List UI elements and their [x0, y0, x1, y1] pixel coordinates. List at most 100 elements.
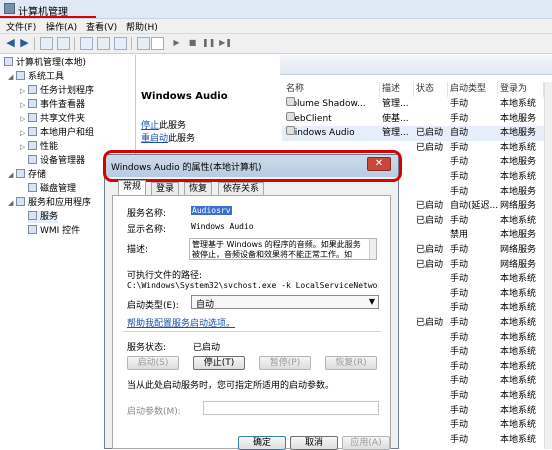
pause-service-icon[interactable]: ❚❚ [202, 37, 215, 50]
show-tree-icon[interactable] [57, 37, 70, 50]
startup-type-select[interactable]: 自动 ▼ [191, 295, 379, 310]
service-startup-cell: 手动 [450, 420, 469, 431]
tree-item-event-viewer[interactable]: ▷ 事件查看器 [20, 99, 85, 111]
service-logon-cell: 本地系统 [500, 303, 537, 314]
back-arrow-icon[interactable]: ◀ [4, 37, 17, 50]
cancel-button[interactable]: 取消 [290, 436, 338, 450]
collapse-arrow-icon[interactable]: ▷ [20, 127, 28, 139]
tab-logon[interactable]: 登录 [151, 182, 180, 196]
service-logon-cell: 本地系统 [500, 361, 537, 372]
service-startup-cell: 手动 [450, 332, 469, 343]
executable-path-label: 可执行文件的路径: [127, 271, 203, 281]
forward-arrow-icon[interactable]: ▶ [18, 37, 31, 50]
display-name-value: Windows Audio [191, 222, 254, 231]
tree-item-services-apps[interactable]: ◢ 服务和应用程序 [8, 197, 91, 209]
refresh-icon[interactable] [97, 37, 110, 50]
service-startup-cell: 手动 [450, 434, 469, 445]
stop-service-icon[interactable]: ■ [186, 37, 199, 50]
tree-item-root[interactable]: 计算机管理(本地) [4, 57, 86, 69]
tree-item-shared-folders[interactable]: ▷ 共享文件夹 [20, 113, 85, 125]
collapse-arrow-icon[interactable]: ▷ [20, 99, 28, 111]
vertical-scrollbar[interactable] [544, 82, 552, 449]
export-list-icon[interactable] [114, 37, 127, 50]
tree-item-services[interactable]: 服务 [28, 211, 59, 223]
title-underline-annotation [0, 16, 96, 18]
service-logon-cell: 本地系统 [500, 434, 537, 445]
table-row[interactable]: WebClient 使基... 手动 本地服务 [282, 111, 544, 127]
storage-icon [16, 169, 25, 178]
start-button[interactable]: 启动(S) [127, 356, 179, 370]
description-textarea[interactable]: 管理基于 Windows 的程序的音频。如果此服务被停止，音频设备和效果将不能正… [189, 238, 377, 260]
apply-button[interactable]: 应用(A) [342, 436, 390, 450]
column-header-name[interactable]: 名称 [286, 82, 380, 97]
tools-icon [16, 71, 25, 80]
service-desc-cell: 使基... [382, 113, 409, 124]
service-logon-cell: 本地服务 [500, 230, 537, 241]
tree-item-local-users[interactable]: ▷ 本地用户和组 [20, 127, 94, 139]
service-logon-cell: 本地服务 [500, 128, 537, 139]
help-configure-link[interactable]: 帮助我配置服务启动选项。 [127, 316, 235, 329]
start-params-input[interactable] [203, 401, 379, 415]
service-startup-cell: 自动 [450, 128, 469, 139]
up-folder-icon[interactable] [40, 37, 53, 50]
show-action-pane-icon[interactable] [151, 37, 164, 50]
resume-button[interactable]: 恢复(R) [325, 356, 377, 370]
service-startup-cell: 手动 [450, 259, 469, 270]
tab-recovery[interactable]: 恢复 [184, 182, 213, 196]
expand-arrow-icon[interactable]: ◢ [8, 71, 16, 83]
stop-service-link[interactable]: 停止 [141, 121, 159, 131]
menu-view[interactable]: 查看(V) [86, 20, 117, 33]
service-status-cell: 已启动 [416, 128, 444, 139]
service-startup-cell: 手动 [450, 172, 469, 182]
column-header-description[interactable]: 描述 [380, 82, 414, 97]
menu-help[interactable]: 帮助(H) [126, 20, 158, 33]
service-startup-cell: 自动(延迟... [450, 201, 499, 212]
collapse-arrow-icon[interactable]: ▷ [20, 113, 28, 125]
column-header-startup-type[interactable]: 启动类型 [448, 82, 498, 97]
column-header-logon-as[interactable]: 登录为 [498, 82, 544, 97]
tab-dependencies[interactable]: 依存关系 [218, 182, 265, 196]
table-row[interactable]: Volume Shadow... 管理... 手动 本地系统 [282, 97, 544, 112]
pause-button[interactable]: 暂停(P) [259, 356, 311, 370]
tree-item-performance[interactable]: ▷ 性能 [20, 141, 58, 153]
table-row[interactable]: Windows Audio 管理... 已启动 自动 本地服务 [282, 126, 544, 142]
tree-item-disk-management[interactable]: 磁盘管理 [28, 183, 76, 195]
service-logon-cell: 本地服务 [500, 186, 537, 197]
service-logon-cell: 本地服务 [500, 113, 537, 124]
collapse-arrow-icon[interactable]: ▷ [20, 141, 28, 153]
service-logon-cell: 本地系统 [500, 420, 537, 431]
expand-arrow-icon[interactable]: ◢ [8, 169, 16, 181]
properties-icon[interactable] [80, 37, 93, 50]
service-desc-cell: 管理... [382, 99, 409, 109]
service-status-cell: 已启动 [416, 245, 444, 255]
service-logon-cell: 本地系统 [500, 376, 537, 387]
tree-item-storage[interactable]: ◢ 存储 [8, 169, 46, 181]
expand-arrow-icon[interactable]: ◢ [8, 197, 16, 209]
start-service-icon[interactable]: ▶ [170, 37, 183, 50]
stop-service-line: 停止此服务 [141, 121, 187, 131]
tree-item-device-manager[interactable]: 设备管理器 [28, 155, 85, 167]
ok-button[interactable]: 确定 [238, 436, 286, 450]
tree-item-system-tools[interactable]: ◢ 系统工具 [8, 71, 64, 83]
service-logon-cell: 本地系统 [500, 288, 537, 299]
description-scrollbar[interactable] [369, 239, 376, 259]
menu-action[interactable]: 操作(A) [46, 20, 77, 33]
stop-button[interactable]: 停止(T) [193, 356, 245, 370]
service-logon-cell: 网络服务 [500, 201, 537, 212]
service-name-cell: WebClient [286, 111, 332, 124]
service-gear-icon [286, 126, 295, 136]
tree-item-task-scheduler[interactable]: ▷ 任务计划程序 [20, 85, 94, 97]
service-logon-cell: 本地服务 [500, 157, 537, 168]
restart-service-link[interactable]: 重启动 [141, 134, 168, 144]
service-logon-cell: 本地系统 [500, 274, 537, 285]
tab-general[interactable]: 常规 [118, 180, 147, 196]
restart-service-icon[interactable]: ▶❚ [219, 37, 232, 50]
title-highlight-annotation [103, 150, 402, 182]
tree-item-wmi[interactable]: WMI 控件 [28, 225, 80, 237]
general-tab-panel: 服务名称: Audiosrv 显示名称: Windows Audio 描述: 管… [112, 195, 391, 450]
column-header-status[interactable]: 状态 [414, 82, 448, 97]
description-label: 描述: [127, 245, 149, 255]
collapse-arrow-icon[interactable]: ▷ [20, 85, 28, 97]
menu-file[interactable]: 文件(F) [6, 20, 36, 33]
help-icon[interactable] [137, 37, 150, 50]
